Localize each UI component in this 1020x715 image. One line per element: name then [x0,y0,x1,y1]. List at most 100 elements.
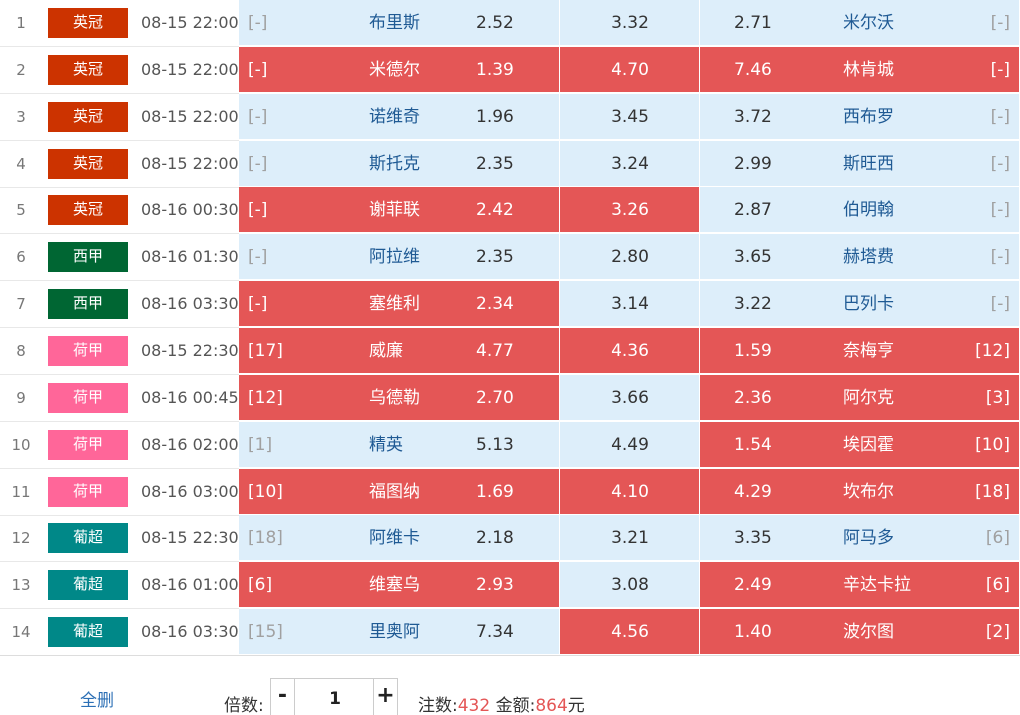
away-team: 坎布尔 [843,482,894,502]
match-index: 5 [16,201,26,219]
match-index: 1 [16,14,26,32]
away-win-option[interactable]: 1.54 埃因霍 [10] [700,422,1020,468]
home-team: 塞维利 [369,294,420,314]
home-win-option[interactable]: [1] 精英 5.13 [239,422,560,468]
home-rank: [15] [248,622,283,642]
away-team: 阿尔克 [843,388,894,408]
away-win-option[interactable]: 3.35 阿马多 [6] [700,515,1020,561]
draw-option[interactable]: 4.56 [560,609,700,655]
multiplier-input[interactable] [300,688,370,710]
home-rank: [10] [248,482,283,502]
draw-option[interactable]: 3.45 [560,94,700,140]
away-win-option[interactable]: 3.22 巴列卡 [-] [700,281,1020,327]
home-odds: 1.69 [476,482,514,502]
match-time: 08-15 22:00 [141,107,239,126]
draw-odds: 3.14 [611,294,649,314]
away-win-option[interactable]: 1.40 波尔图 [2] [700,609,1020,655]
match-index: 8 [16,342,26,360]
draw-option[interactable]: 4.10 [560,469,700,515]
away-odds: 7.46 [734,60,772,80]
home-team: 谢菲联 [369,200,420,220]
away-team: 斯旺西 [843,154,894,174]
league-badge: 葡超 [48,523,128,553]
draw-option[interactable]: 3.24 [560,141,700,187]
match-index: 11 [11,483,31,501]
home-win-option[interactable]: [10] 福图纳 1.69 [239,469,560,515]
draw-odds: 4.10 [611,482,649,502]
home-win-option[interactable]: [-] 米德尔 1.39 [239,47,560,93]
draw-odds: 3.45 [611,107,649,127]
draw-option[interactable]: 4.70 [560,47,700,93]
match-time: 08-15 22:00 [141,13,239,32]
away-odds: 2.36 [734,388,772,408]
home-odds: 1.96 [476,107,514,127]
away-odds: 2.71 [734,13,772,33]
match-list: 1 英冠 08-15 22:00 [-] 布里斯 2.52 3.32 2.71 米尔沃 [-] 2 英… [0,0,1020,656]
away-win-option[interactable]: 4.29 坎布尔 [18] [700,469,1020,515]
home-win-option[interactable]: [-] 阿拉维 2.35 [239,234,560,280]
amount-value: 864 [535,696,568,715]
away-win-option[interactable]: 2.99 斯旺西 [-] [700,141,1020,187]
match-time: 08-15 22:30 [141,528,239,547]
home-win-option[interactable]: [-] 斯托克 2.35 [239,141,560,187]
home-rank: [-] [248,247,268,267]
home-win-option[interactable]: [12] 乌德勒 2.70 [239,375,560,421]
league-badge: 英冠 [48,195,128,225]
match-index: 9 [16,389,26,407]
match-index: 14 [11,623,31,641]
home-win-option[interactable]: [-] 诺维奇 1.96 [239,94,560,140]
home-rank: [17] [248,341,283,361]
home-rank: [1] [248,435,273,455]
home-team: 斯托克 [369,154,420,174]
home-win-option[interactable]: [15] 里奥阿 7.34 [239,609,560,655]
away-win-option[interactable]: 7.46 林肯城 [-] [700,47,1020,93]
away-win-option[interactable]: 2.49 辛达卡拉 [6] [700,562,1020,608]
home-win-option[interactable]: [6] 维塞乌 2.93 [239,562,560,608]
home-win-option[interactable]: [-] 布里斯 2.52 [239,0,560,46]
match-row: 6 西甲 08-16 01:30 [-] 阿拉维 2.35 2.80 3.65 赫塔费 [-] [0,234,1020,281]
away-win-option[interactable]: 1.59 奈梅亨 [12] [700,328,1020,374]
away-win-option[interactable]: 2.87 伯明翰 [-] [700,187,1020,233]
away-rank: [-] [990,154,1010,174]
match-row: 8 荷甲 08-15 22:30 [17] 威廉 4.77 4.36 1.59 奈梅亨 [12] [0,328,1020,375]
home-team: 诺维奇 [369,107,420,127]
draw-option[interactable]: 3.32 [560,0,700,46]
match-index: 7 [16,295,26,313]
plus-button[interactable]: + [373,679,397,715]
draw-option[interactable]: 4.49 [560,422,700,468]
draw-option[interactable]: 3.26 [560,187,700,233]
home-win-option[interactable]: [18] 阿维卡 2.18 [239,515,560,561]
league-badge: 荷甲 [48,336,128,366]
draw-option[interactable]: 3.21 [560,515,700,561]
away-team: 西布罗 [843,107,894,127]
draw-option[interactable]: 3.14 [560,281,700,327]
away-win-option[interactable]: 2.36 阿尔克 [3] [700,375,1020,421]
away-team: 埃因霍 [843,435,894,455]
home-team: 阿拉维 [369,247,420,267]
clear-all-link[interactable]: 全删 [80,686,114,711]
match-index: 13 [11,576,31,594]
away-rank: [6] [985,528,1010,548]
match-index: 6 [16,248,26,266]
away-win-option[interactable]: 3.72 西布罗 [-] [700,94,1020,140]
draw-odds: 4.56 [611,622,649,642]
draw-option[interactable]: 3.08 [560,562,700,608]
match-time: 08-16 00:45 [141,388,239,407]
draw-odds: 3.26 [611,200,649,220]
draw-option[interactable]: 3.66 [560,375,700,421]
away-odds: 2.99 [734,154,772,174]
home-win-option[interactable]: [-] 塞维利 2.34 [239,281,560,327]
league-badge: 英冠 [48,8,128,38]
away-win-option[interactable]: 2.71 米尔沃 [-] [700,0,1020,46]
draw-option[interactable]: 2.80 [560,234,700,280]
draw-option[interactable]: 4.36 [560,328,700,374]
home-team: 里奥阿 [369,622,420,642]
match-index: 4 [16,155,26,173]
home-win-option[interactable]: [-] 谢菲联 2.42 [239,187,560,233]
league-badge: 荷甲 [48,430,128,460]
match-time: 08-16 03:30 [141,622,239,641]
away-win-option[interactable]: 3.65 赫塔费 [-] [700,234,1020,280]
home-win-option[interactable]: [17] 威廉 4.77 [239,328,560,374]
minus-button[interactable]: - [271,679,295,715]
match-row: 2 英冠 08-15 22:00 [-] 米德尔 1.39 4.70 7.46 林肯城 [-] [0,47,1020,94]
